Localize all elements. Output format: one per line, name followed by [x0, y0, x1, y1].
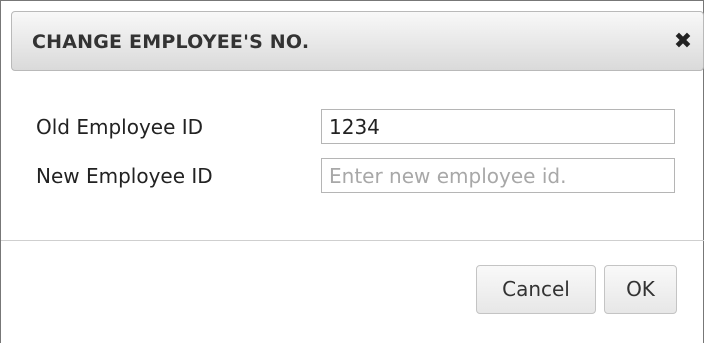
dialog-title: CHANGE EMPLOYEE'S NO.	[32, 31, 310, 53]
change-employee-no-dialog: CHANGE EMPLOYEE'S NO. ✖ Old Employee ID …	[0, 0, 704, 343]
new-employee-id-field[interactable]	[321, 158, 675, 193]
cancel-button[interactable]: Cancel	[476, 265, 596, 314]
old-employee-id-field[interactable]	[321, 109, 675, 144]
ok-button[interactable]: OK	[604, 265, 677, 314]
new-employee-id-label: New Employee ID	[36, 164, 213, 188]
old-employee-id-label: Old Employee ID	[36, 115, 204, 139]
close-icon[interactable]: ✖	[671, 12, 695, 72]
dialog-titlebar: CHANGE EMPLOYEE'S NO. ✖	[11, 11, 704, 71]
footer-divider	[1, 240, 704, 241]
